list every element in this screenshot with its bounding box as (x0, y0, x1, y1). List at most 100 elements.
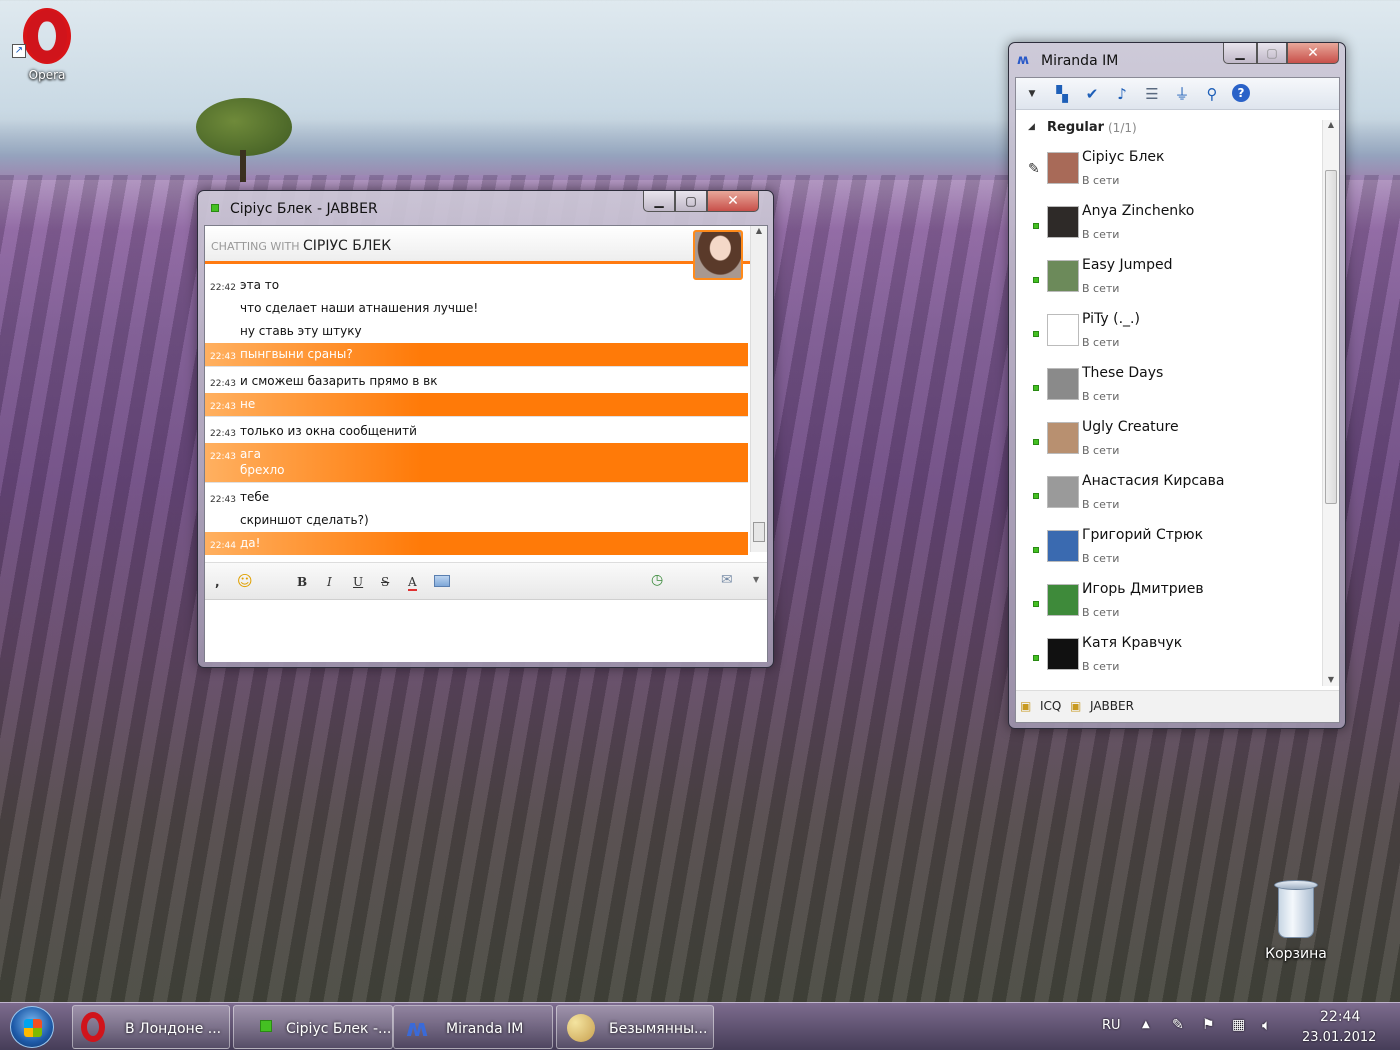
contact-row[interactable]: Анастасия Кирсава В сети (1016, 466, 1321, 520)
scroll-down-icon[interactable]: ▼ (1323, 675, 1339, 684)
font-color-button[interactable]: A (408, 575, 417, 591)
scroll-thumb[interactable] (753, 522, 765, 542)
chat-body: CHATTING WITH СІРІУС БЛЕК 22:42 эта то чт… (204, 225, 768, 662)
taskbar: В Лондоне ... Сіріус Блек -... ʍ Miranda… (0, 1002, 1400, 1050)
contact-list-body: ▼ ▚ ✔ ♪ ☰ ⏚ ⚲ ? ◢ Regular (1/1) ✎ Сіріус … (1015, 77, 1340, 723)
message: что сделает наши атнашения лучше! (240, 301, 479, 315)
message-input[interactable] (205, 600, 767, 662)
search-icon[interactable]: ⚲ (1202, 84, 1222, 104)
maximize-button[interactable]: ▢ (1257, 43, 1287, 64)
italic-button[interactable]: I (327, 575, 332, 589)
status-online-icon (260, 1020, 272, 1032)
scroll-thumb[interactable] (1325, 170, 1337, 504)
options-list-icon[interactable]: ☰ (1142, 84, 1162, 104)
close-button[interactable]: ✕ (1287, 43, 1339, 64)
task-miranda[interactable]: ʍ Miranda IM (393, 1005, 553, 1049)
minimize-button[interactable]: ▁ (643, 191, 675, 212)
pen-icon[interactable]: ✎ (1172, 1017, 1184, 1050)
paint-palette-icon (567, 1014, 595, 1042)
status-online-icon (1033, 223, 1039, 229)
contact-status: В сети (1082, 390, 1120, 403)
status-online-icon (1033, 547, 1039, 553)
contact-group-regular[interactable]: ◢ Regular (1/1) (1016, 118, 1321, 140)
clock-date[interactable]: 23.01.2012 (1302, 1030, 1376, 1050)
status-online-icon (1033, 331, 1039, 337)
network-icon[interactable]: ▦ (1232, 1017, 1245, 1050)
checkmark-icon[interactable]: ✔ (1082, 84, 1102, 104)
contact-row[interactable]: PiTy (._.) В сети (1016, 304, 1321, 358)
contact-list-scrollbar[interactable]: ▲ ▼ (1322, 120, 1339, 686)
send-envelope-icon[interactable]: ✉ (721, 572, 733, 588)
group-collapse-icon[interactable]: ◢ (1028, 122, 1035, 132)
history-clock-icon[interactable]: ◷ (651, 572, 663, 588)
chatting-with-label: CHATTING WITH (211, 240, 300, 253)
smiley-icon[interactable]: ☺ (237, 572, 253, 590)
window-title: Сіріус Блек - JABBER (230, 201, 378, 217)
contact-status: В сети (1082, 660, 1120, 673)
contact-name: Anya Zinchenko (1082, 203, 1195, 219)
protocol-jabber[interactable]: JABBER (1090, 699, 1134, 713)
contact-row[interactable]: Easy Jumped В сети (1016, 250, 1321, 304)
plug-icon[interactable]: ⏚ (1172, 84, 1192, 104)
strikethrough-button[interactable]: S (381, 575, 389, 589)
protocol-icq[interactable]: ICQ (1040, 699, 1061, 713)
task-chat[interactable]: Сіріус Блек -... (233, 1005, 393, 1049)
desktop-icon-recycle-bin[interactable]: Корзина (1260, 880, 1332, 962)
task-label: Сіріус Блек -... (286, 1021, 392, 1037)
contact-avatar (1047, 422, 1079, 454)
contact-name: PiTy (._.) (1082, 311, 1140, 327)
contact-row[interactable]: Григорий Стрюк В сети (1016, 520, 1321, 574)
desktop-icon-label: Корзина (1265, 946, 1327, 962)
action-center-flag-icon[interactable]: ⚑ (1202, 1017, 1215, 1050)
typing-pen-icon: ✎ (1028, 161, 1040, 177)
image-icon[interactable] (434, 575, 450, 587)
contact-row[interactable]: ✎ Сіріус Блек В сети (1016, 142, 1321, 196)
status-online-icon (1033, 655, 1039, 661)
contact-status: В сети (1082, 444, 1120, 457)
send-options-chevron-down-icon[interactable]: ▼ (753, 575, 759, 584)
task-label: Безымянны... (609, 1021, 708, 1037)
contact-row[interactable]: Anya Zinchenko В сети (1016, 196, 1321, 250)
miranda-logo-icon: ʍ (406, 1014, 429, 1042)
help-icon[interactable]: ? (1232, 84, 1250, 102)
quote-icon[interactable]: , (215, 575, 220, 589)
contact-avatar (1047, 368, 1079, 400)
language-indicator[interactable]: RU (1102, 1018, 1121, 1050)
message: 22:43 тебе (210, 490, 270, 505)
contact-avatar (1047, 530, 1079, 562)
message-scrollbar[interactable]: ▲ (750, 226, 767, 552)
message: скриншот сделать?) (240, 513, 369, 527)
contact-name: Анастасия Кирсава (1082, 473, 1225, 489)
menu-chevron-down-icon[interactable]: ▼ (1022, 84, 1042, 104)
window-title: Miranda IM (1041, 53, 1119, 69)
minimize-button[interactable]: ▁ (1223, 43, 1257, 64)
chat-window[interactable]: Сіріус Блек - JABBER ▁ ▢ ✕ CHATTING WITH… (197, 190, 774, 668)
start-button[interactable] (10, 1006, 54, 1048)
scroll-up-icon[interactable]: ▲ (1323, 120, 1339, 129)
contact-avatar[interactable] (693, 230, 743, 280)
desktop-icon-opera[interactable]: ↗ Opera (12, 8, 82, 82)
bold-button[interactable]: B (297, 575, 307, 589)
underline-button[interactable]: U (353, 575, 363, 589)
close-button[interactable]: ✕ (707, 191, 759, 212)
scroll-up-icon[interactable]: ▲ (751, 226, 767, 240)
contact-row[interactable]: These Days В сети (1016, 358, 1321, 412)
maximize-button[interactable]: ▢ (675, 191, 707, 212)
contact-name: Игорь Дмитриев (1082, 581, 1204, 597)
show-hidden-icons-chevron-icon[interactable]: ▲ (1142, 1019, 1150, 1050)
status-online-icon (1033, 601, 1039, 607)
contact-avatar (1047, 584, 1079, 616)
contact-row[interactable]: Катя Кравчук В сети (1016, 628, 1321, 682)
contact-row[interactable]: Игорь Дмитриев В сети (1016, 574, 1321, 628)
sound-note-icon[interactable]: ♪ (1112, 84, 1132, 104)
contact-row[interactable]: Ugly Creature В сети (1016, 412, 1321, 466)
contact-avatar (1047, 206, 1079, 238)
volume-icon[interactable]: 🔈︎ (1262, 1016, 1271, 1050)
task-paint[interactable]: Безымянны... (556, 1005, 714, 1049)
contact-name: Ugly Creature (1082, 419, 1179, 435)
groups-icon[interactable]: ▚ (1052, 84, 1072, 104)
opera-icon (81, 1012, 105, 1042)
task-opera[interactable]: В Лондоне ... (72, 1005, 230, 1049)
miranda-window[interactable]: ʍ Miranda IM ▁ ▢ ✕ ▼ ▚ ✔ ♪ ☰ ⏚ ⚲ ? ◢ Reg… (1008, 42, 1346, 729)
format-toolbar: , ☺ B I U S A ◷ ✉ ▼ (205, 562, 767, 600)
